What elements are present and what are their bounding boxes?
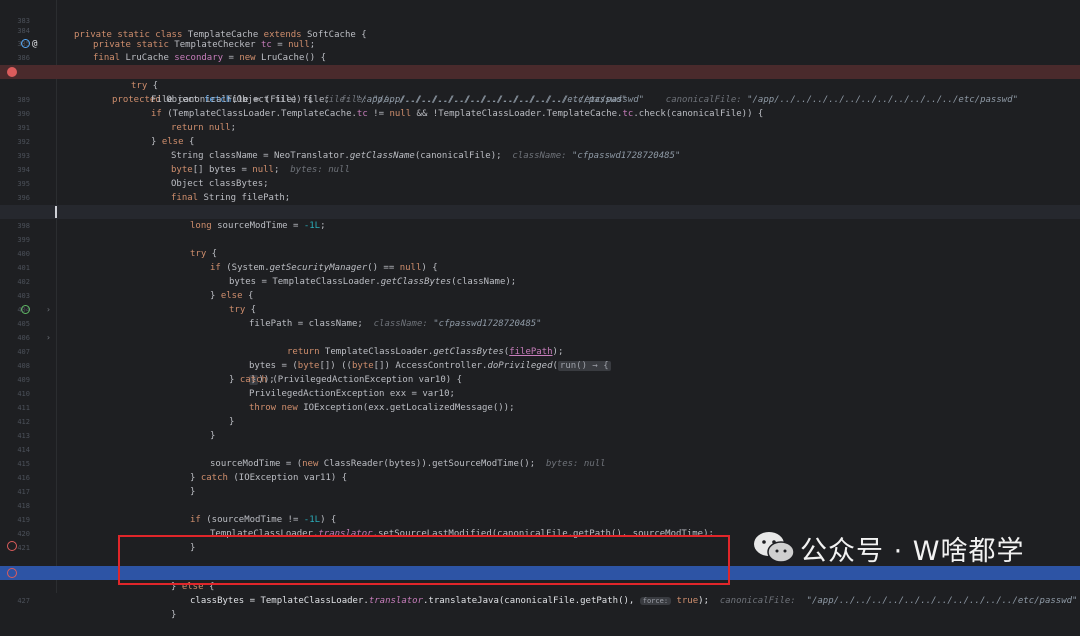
code-line[interactable]: 393 byte[] bytes = null; bytes: null	[0, 135, 1080, 175]
code-line[interactable]: 396 if (TemplateClassLoader.saveClassFil…	[0, 177, 1080, 217]
code-line[interactable]: 392 String className = NeoTranslator.get…	[0, 121, 1080, 161]
code-editor[interactable]: 383 private static class TemplateCache e…	[0, 0, 1080, 620]
code-line[interactable]: 389 if (TemplateClassLoader.TemplateCach…	[0, 79, 1080, 119]
code-line[interactable]: 406 return TemplateClassLoader.getClassB…	[0, 317, 1080, 357]
code-line[interactable]: 397 long sourceModTime = -1L;	[0, 191, 1080, 231]
chevron-right-icon[interactable]: ›	[46, 331, 51, 345]
code-line[interactable]: 410 throw new IOException(exx.getLocaliz…	[0, 373, 1080, 413]
code-line[interactable]: 419 TemplateClassLoader.translator.setSo…	[0, 499, 1080, 539]
code-line[interactable]: 399 try {	[0, 219, 1080, 259]
code-line[interactable]: 420 }	[0, 513, 1080, 553]
line-number: 427	[17, 597, 30, 605]
code-line[interactable]: 391 } else {	[0, 107, 1080, 147]
annotation-highlight-box	[118, 535, 730, 585]
chevron-right-icon[interactable]: ›	[46, 303, 51, 317]
code-text: classBytes = TemplateClassLoader.transla…	[190, 596, 1078, 606]
code-line[interactable]: 414 sourceModTime = (new ClassReader(byt…	[0, 429, 1080, 469]
code-line[interactable]: 386 @ protected Object fetch(Object file…	[0, 37, 1080, 105]
lambda-icon[interactable]	[21, 305, 30, 314]
code-line[interactable]: 400 if (System.getSecurityManager() == n…	[0, 233, 1080, 273]
code-line-current[interactable]: 398	[0, 205, 1080, 230]
code-line[interactable]: 401 bytes = TemplateClassLoader.getClass…	[0, 247, 1080, 287]
code-line[interactable]: 408 } catch (PrivilegedActionException v…	[0, 345, 1080, 385]
code-line[interactable]: 395 final String filePath;	[0, 163, 1080, 203]
code-line[interactable]: 413	[0, 415, 1080, 440]
code-line[interactable]: 404 filePath = className; className: "cf…	[0, 289, 1080, 329]
code-line[interactable]: 409 PrivilegedActionException exx = var1…	[0, 359, 1080, 399]
watermark-text: 公众号 · W啥都学	[800, 535, 1025, 567]
code-line[interactable]: 411 }	[0, 387, 1080, 427]
code-line[interactable]: 407 › }));	[0, 331, 1080, 385]
code-line[interactable]: 412 }	[0, 401, 1080, 441]
code-line[interactable]: 403 try {	[0, 275, 1080, 315]
disabled-breakpoint-icon[interactable]	[7, 541, 17, 551]
code-line[interactable]: 390 return null;	[0, 93, 1080, 133]
text-caret	[55, 206, 57, 218]
code-line[interactable]: 416 }	[0, 457, 1080, 497]
code-line[interactable]: 418 if (sourceModTime != -1L) {	[0, 485, 1080, 525]
code-line[interactable]: 415 } catch (IOException var11) {	[0, 443, 1080, 483]
breakpoint-line[interactable]: File canonicalFile = (File) file; file: …	[0, 65, 1080, 105]
breakpoint-icon[interactable]	[7, 67, 17, 77]
code-line[interactable]: 405 › bytes = (byte[]) ((byte[]) AccessC…	[0, 303, 1080, 371]
annotation-icon[interactable]: @	[32, 37, 37, 51]
code-line[interactable]: 394 Object classBytes;	[0, 149, 1080, 189]
code-line[interactable]: 385 final LruCache secondary = new LruCa…	[0, 23, 1080, 63]
code-text: }	[171, 610, 177, 620]
code-line[interactable]: 384 private static TemplateChecker tc = …	[0, 10, 1080, 50]
wechat-icon	[752, 528, 796, 568]
code-line[interactable]: 387 try {	[0, 51, 1080, 91]
override-icon[interactable]	[21, 39, 30, 48]
watermark: 公众号 · W啥都学	[752, 526, 1024, 570]
disabled-breakpoint-icon[interactable]	[7, 568, 17, 578]
code-line[interactable]: 417	[0, 471, 1080, 496]
code-line[interactable]: 402 } else {	[0, 261, 1080, 301]
